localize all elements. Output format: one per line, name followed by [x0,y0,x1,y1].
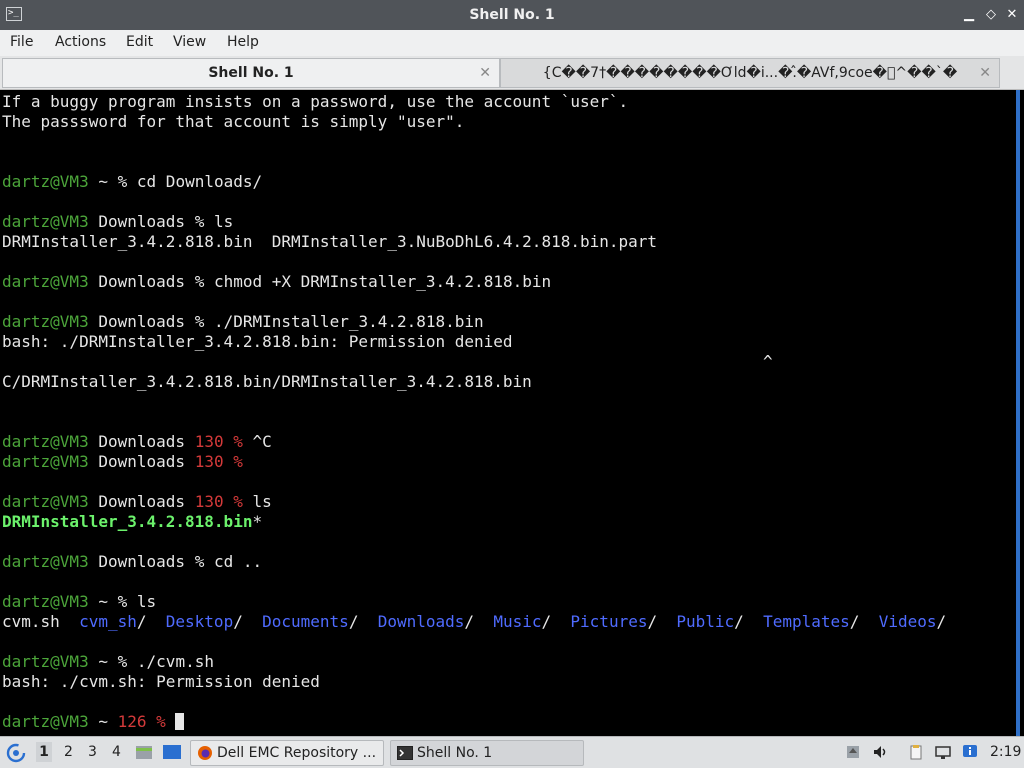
terminal-line: bash: ./cvm.sh: Permission denied [2,672,320,691]
dir-entry: Videos [878,612,937,631]
start-menu-icon[interactable] [6,743,26,763]
file-manager-icon[interactable] [135,743,153,761]
menu-help[interactable]: Help [227,34,259,50]
window-titlebar[interactable]: >_ Shell No. 1 ▁ ◇ ✕ [0,0,1024,30]
terminal-active-prompt[interactable]: dartz@VM3 ~ 126 % [2,712,1016,732]
exit-code: 130 [194,432,224,451]
close-window-button[interactable]: ✕ [1004,6,1020,24]
terminal-prompt-line: dartz@VM3 ~ % ls [2,592,157,611]
terminal-prompt-line: dartz@VM3 Downloads 130 % ls [2,492,272,511]
file-entry: cvm.sh [2,612,60,631]
network-icon[interactable] [935,744,951,760]
workspace-4[interactable]: 4 [112,744,121,760]
taskbar-firefox-label: Dell EMC Repository ... [217,745,377,761]
tab-shell-1-close-icon[interactable]: ✕ [479,59,491,87]
update-notifier-icon[interactable] [845,744,861,760]
firefox-icon [198,746,212,760]
terminal-prompt-line: dartz@VM3 Downloads 130 % [2,452,243,471]
info-notification-icon[interactable] [962,744,978,760]
terminal-icon [397,746,413,760]
workspace-1[interactable]: 1 [36,742,52,762]
terminal-prompt-line: dartz@VM3 Downloads % chmod +X DRMInstal… [2,272,552,291]
dir-entry: Templates [763,612,850,631]
terminal-caret-mark: ^ [763,352,773,371]
terminal-output[interactable]: If a buggy program insists on a password… [0,90,1020,736]
clipboard-icon[interactable] [908,744,924,760]
show-desktop-icon[interactable] [162,743,182,761]
terminal-prompt-line: dartz@VM3 Downloads % cd .. [2,552,263,571]
workspace-3[interactable]: 3 [88,744,97,760]
tab-bar: Shell No. 1 ✕ {C��7†��������Ơld�i...�.̂�… [0,56,1024,90]
terminal-line: DRMInstaller_3.4.2.818.bin DRMInstaller_… [2,232,658,251]
terminal-ls-home: cvm.sh cvm_sh/ Desktop/ Documents/ Downl… [2,612,947,631]
dir-entry: Documents [262,612,349,631]
taskbar-shell-label: Shell No. 1 [417,745,493,761]
dir-entry: cvm_sh [79,612,137,631]
clock[interactable]: 2:19 [990,744,1021,760]
terminal-prompt-line: dartz@VM3 ~ % cd Downloads/ [2,172,263,191]
executable-file: DRMInstaller_3.4.2.818.bin [2,512,253,531]
prompt-user-host: dartz@VM3 [2,172,89,191]
menu-edit[interactable]: Edit [126,34,153,50]
taskbar: 1 2 3 4 Dell EMC Repository ... Shell No… [0,736,1024,768]
text-cursor [175,713,185,730]
window-title: Shell No. 1 [469,7,555,23]
terminal-prompt-line: dartz@VM3 Downloads % ./DRMInstaller_3.4… [2,312,484,331]
terminal-line: bash: ./DRMInstaller_3.4.2.818.bin: Perm… [2,332,513,351]
dir-entry: Downloads [377,612,465,631]
tab-shell-1-label: Shell No. 1 [208,65,294,81]
dir-entry: Public [676,612,735,631]
dir-entry: Desktop [165,612,234,631]
terminal-prompt-line: dartz@VM3 Downloads % ls [2,212,234,231]
taskbar-firefox[interactable]: Dell EMC Repository ... [190,740,384,766]
tab-shell-2[interactable]: {C��7†��������Ơld�i...�.̂�AVf,9coe� ^��`… [500,58,1000,88]
menu-file[interactable]: File [10,34,33,50]
tab-shell-2-close-icon[interactable]: ✕ [979,59,991,87]
tab-shell-2-label: {C��7†��������Ơld�i...�.̂�AVf,9coe� ^��`… [542,65,958,81]
workspace-2[interactable]: 2 [64,744,73,760]
terminal-line: DRMInstaller_3.4.2.818.bin* [2,512,263,531]
menu-view[interactable]: View [173,34,206,50]
minimize-button[interactable]: ▁ [961,6,977,24]
volume-icon[interactable] [872,744,888,760]
taskbar-shell[interactable]: Shell No. 1 [390,740,584,766]
dir-entry: Pictures [570,612,648,631]
terminal-line: C/DRMInstaller_3.4.2.818.bin/DRMInstalle… [2,372,532,391]
maximize-button[interactable]: ◇ [983,6,999,24]
terminal-line: The passsword for that account is simply… [2,112,465,131]
terminal-line: If a buggy program insists on a password… [2,92,629,111]
tab-shell-1[interactable]: Shell No. 1 ✕ [2,58,500,88]
terminal-prompt-line: dartz@VM3 Downloads 130 % ^C [2,432,272,451]
menu-actions[interactable]: Actions [55,34,106,50]
menu-bar: File Actions Edit View Help [0,30,1024,56]
terminal-prompt-line: dartz@VM3 ~ % ./cvm.sh [2,652,214,671]
dir-entry: Music [493,612,542,631]
